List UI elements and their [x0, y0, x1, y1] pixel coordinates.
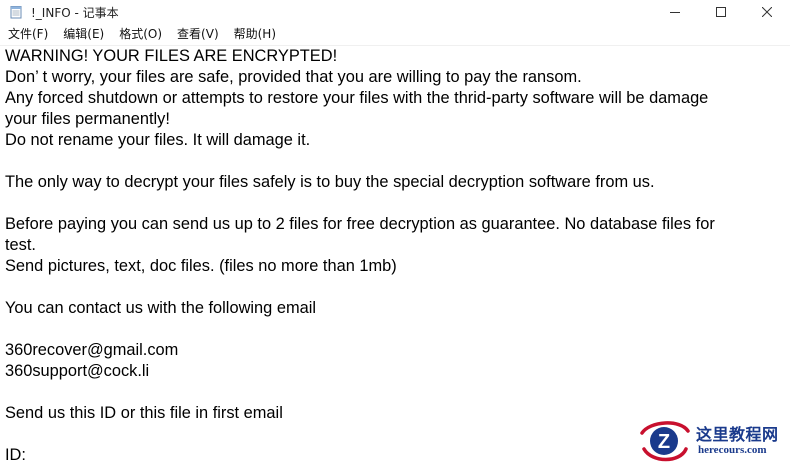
text-line: Don’ t worry, your files are safe, provi…	[5, 68, 582, 86]
menu-help[interactable]: 帮助(H)	[227, 24, 282, 45]
text-line: WARNING! YOUR FILES ARE ENCRYPTED!	[5, 47, 338, 65]
menu-view[interactable]: 查看(V)	[170, 24, 225, 45]
menu-edit[interactable]: 编辑(E)	[56, 24, 110, 45]
menu-file[interactable]: 文件(F)	[0, 24, 54, 45]
menu-bar: 文件(F) 编辑(E) 格式(O) 查看(V) 帮助(H)	[0, 24, 790, 46]
text-line	[5, 151, 780, 172]
text-line	[5, 277, 780, 298]
watermark-site-name: 这里教程网	[696, 425, 779, 444]
window-title: !_INFO - 记事本	[31, 5, 119, 20]
notepad-window: !_INFO - 记事本 文件(F) 编辑(E) 格式(O) 查看(V) 帮助(…	[0, 0, 790, 463]
text-line: The only way to decrypt your files safel…	[5, 173, 655, 191]
notepad-icon	[9, 5, 23, 19]
text-line	[5, 319, 780, 340]
text-line: Send pictures, text, doc files. (files n…	[5, 257, 397, 275]
text-line: You can contact us with the following em…	[5, 299, 316, 317]
text-line: Any forced shutdown or attempts to resto…	[5, 89, 709, 107]
watermark-domain: herecours.com	[698, 444, 767, 456]
menu-format[interactable]: 格式(O)	[112, 24, 168, 45]
text-line: Do not rename your files. It will damage…	[5, 131, 311, 149]
text-line: 360support@cock.li	[5, 362, 150, 380]
logo-letter: Z	[658, 431, 670, 453]
maximize-icon	[716, 7, 726, 17]
title-bar[interactable]: !_INFO - 记事本	[0, 0, 790, 24]
close-button[interactable]	[744, 0, 790, 24]
text-line: your files permanently!	[5, 110, 170, 128]
text-line: Before paying you can send us up to 2 fi…	[5, 215, 715, 233]
maximize-button[interactable]	[698, 0, 744, 24]
close-icon	[762, 7, 772, 17]
minimize-button[interactable]	[652, 0, 698, 24]
minimize-icon	[670, 12, 680, 13]
watermark-text: 这里教程网 herecours.com	[696, 425, 779, 457]
text-line	[5, 193, 780, 214]
text-line: test.	[5, 236, 36, 254]
text-editor[interactable]: WARNING! YOUR FILES ARE ENCRYPTED! Don’ …	[5, 46, 780, 463]
site-logo-icon: Z	[640, 421, 690, 462]
watermark-logo: Z 这里教程网 herecours.com	[636, 419, 788, 463]
vertical-scrollbar[interactable]	[782, 46, 790, 463]
text-line	[5, 382, 780, 403]
text-line: 360recover@gmail.com	[5, 341, 179, 359]
window-controls	[652, 0, 790, 24]
